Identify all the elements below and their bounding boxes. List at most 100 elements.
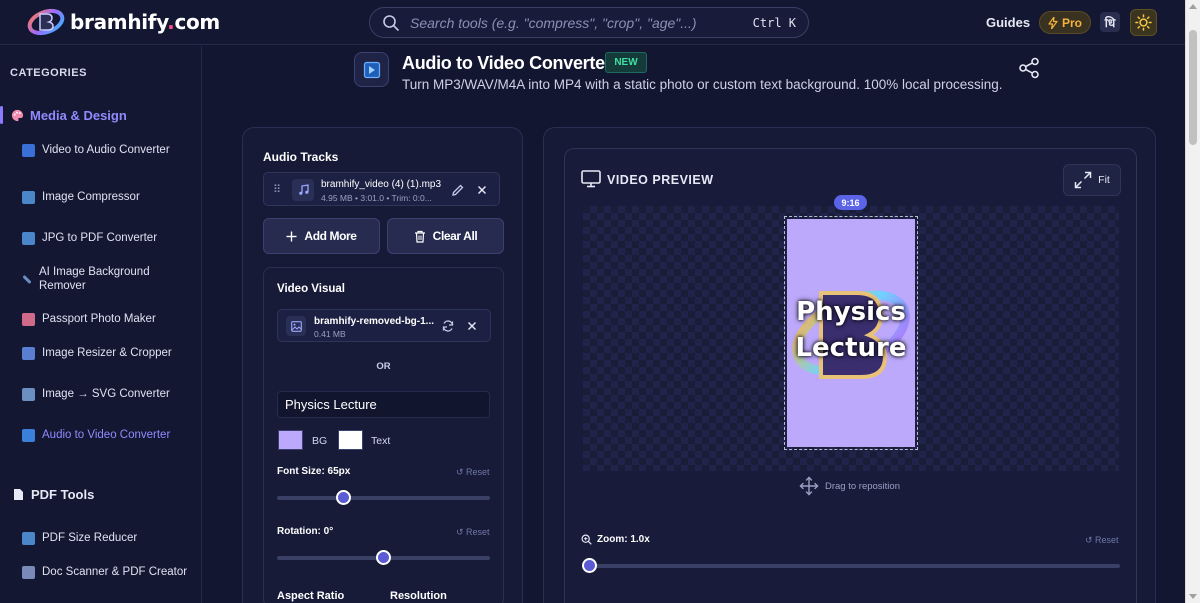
sidebar-item-label: AI Image Background Remover <box>39 266 150 292</box>
image-file-item[interactable]: bramhify-removed-bg-1... 0.41 MB <box>277 309 491 342</box>
or-divider: OR <box>376 361 391 372</box>
audio-track-item[interactable]: ⠿ bramhify_video (4) (1).mp3 4.95 MB • 3… <box>263 172 500 206</box>
active-section-indicator <box>0 106 3 124</box>
clear-all-label: Clear All <box>432 229 478 243</box>
clear-all-button[interactable]: Clear All <box>387 218 504 254</box>
image-icon <box>22 190 35 204</box>
sidebar-item-label: Video to Audio Converter <box>42 144 170 156</box>
zoom-label: Zoom: 1.0x <box>597 534 650 545</box>
sidebar-item-label: Image → SVG Converter <box>42 388 170 400</box>
bg-color-label: BG <box>312 435 328 447</box>
categories-heading: CATEGORIES <box>10 67 87 79</box>
top-bar: bramhify.com Ctrl K Guides Pro धि <box>0 0 1185 45</box>
music-note-icon <box>292 179 314 201</box>
sidebar-item-image-compressor[interactable]: Image Compressor <box>22 190 192 204</box>
new-badge: NEW <box>605 52 647 73</box>
sidebar-item-label: Passport Photo Maker <box>42 313 156 325</box>
text-color-label: Text <box>371 435 391 447</box>
brand-logo[interactable]: bramhify.com <box>26 7 220 37</box>
font-size-reset-button[interactable]: ↺ Reset <box>456 467 490 478</box>
page-scrollbar[interactable] <box>1185 0 1200 603</box>
text-color-picker[interactable] <box>338 430 363 450</box>
font-size-slider-thumb[interactable] <box>335 490 351 505</box>
zoom-reset-button[interactable]: ↺ Reset <box>1085 535 1119 546</box>
video-visual-section: Video Visual bramhify-removed-bg-1... 0.… <box>263 267 504 603</box>
plus-icon <box>286 231 297 241</box>
rotation-label: Rotation: 0° <box>277 526 334 537</box>
monitor-icon <box>581 170 601 188</box>
sun-icon <box>1135 14 1152 31</box>
move-icon <box>799 476 819 496</box>
bg-color-picker[interactable] <box>278 430 303 450</box>
scanner-icon <box>22 565 35 579</box>
sidebar-item-ai-bg-remover[interactable]: AI Image Background Remover <box>22 265 192 293</box>
sidebar-item-label: PDF Size Reducer <box>42 532 138 544</box>
aspect-ratio-badge: 9:16 <box>834 195 867 210</box>
fit-button[interactable]: Fit <box>1063 164 1121 196</box>
video-visual-heading: Video Visual <box>277 283 345 295</box>
sidebar-item-doc-scanner[interactable]: Doc Scanner & PDF Creator <box>22 565 192 579</box>
sidebar-item-jpg-to-pdf[interactable]: JPG to PDF Converter <box>22 231 192 245</box>
background-text-input[interactable] <box>277 391 490 418</box>
language-button[interactable]: धि <box>1100 12 1120 32</box>
replace-icon[interactable] <box>441 319 455 333</box>
audio-tracks-heading: Audio Tracks <box>263 150 339 164</box>
image-file-name: bramhify-removed-bg-1... <box>314 316 435 327</box>
audio-file-icon <box>22 143 35 157</box>
guides-link[interactable]: Guides <box>986 15 1030 30</box>
theme-toggle[interactable] <box>1130 9 1157 36</box>
search-shortcut: Ctrl K <box>752 15 796 30</box>
close-icon[interactable] <box>475 183 489 197</box>
scrollbar-thumb[interactable] <box>1189 30 1197 145</box>
rotation-slider[interactable] <box>277 550 490 565</box>
section-label: Media & Design <box>30 107 127 123</box>
fit-label: Fit <box>1098 174 1110 186</box>
sidebar-item-video-to-audio[interactable]: Video to Audio Converter <box>22 143 192 157</box>
sidebar-item-label: Audio to Video Converter <box>42 429 171 441</box>
scroll-up-arrow-icon[interactable] <box>1189 4 1197 9</box>
sidebar-item-label: Doc Scanner & PDF Creator <box>42 566 188 578</box>
page-title: Audio to Video Converter <box>402 53 612 73</box>
track-name: bramhify_video (4) (1).mp3 <box>321 179 442 190</box>
scroll-down-arrow-icon[interactable] <box>1189 594 1197 599</box>
section-media-design[interactable]: Media & Design <box>0 106 127 124</box>
track-meta: 4.95 MB • 3:01.0 • Trim: 0:0... <box>321 193 432 203</box>
video-frame[interactable]: Physics Lecture <box>784 216 918 450</box>
font-size-slider[interactable] <box>277 490 490 505</box>
video-icon <box>22 428 35 442</box>
search-input[interactable] <box>410 14 753 31</box>
zoom-slider-thumb[interactable] <box>581 558 597 573</box>
sidebar-item-label: Image Resizer & Cropper <box>42 347 172 359</box>
brand-name: bramhify <box>70 10 168 34</box>
share-icon[interactable] <box>1018 57 1040 79</box>
sidebar-item-pdf-size-reducer[interactable]: PDF Size Reducer <box>22 531 192 545</box>
video-file-icon <box>363 61 380 78</box>
resolution-label: Resolution <box>390 590 447 602</box>
expand-icon <box>1074 171 1092 189</box>
sidebar-item-audio-to-video[interactable]: Audio to Video Converter <box>22 428 192 442</box>
section-pdf-tools[interactable]: PDF Tools <box>13 487 94 502</box>
sidebar-item-passport-photo[interactable]: Passport Photo Maker <box>22 312 192 326</box>
portrait-icon <box>22 312 35 326</box>
pro-button[interactable]: Pro <box>1039 11 1091 34</box>
search-bar[interactable]: Ctrl K <box>369 7 809 38</box>
close-icon[interactable] <box>465 319 479 333</box>
preview-panel: VIDEO PREVIEW Fit 9:16 Physics Lecture D… <box>543 127 1156 603</box>
preview-text-line-2: Lecture <box>795 333 907 363</box>
drag-hint: Drag to reposition <box>799 476 900 496</box>
zoom-slider[interactable] <box>581 558 1120 573</box>
preview-text-line-1: Physics <box>796 297 906 327</box>
drag-handle-icon[interactable]: ⠿ <box>273 183 281 196</box>
resize-icon <box>22 346 35 360</box>
lightning-icon <box>1048 16 1058 29</box>
rotation-reset-button[interactable]: ↺ Reset <box>456 527 490 538</box>
rotation-slider-thumb[interactable] <box>376 550 391 565</box>
add-more-button[interactable]: Add More <box>263 218 380 254</box>
edit-icon[interactable] <box>451 183 465 197</box>
aspect-ratio-label: Aspect Ratio <box>277 590 345 602</box>
document-icon <box>22 531 35 545</box>
sidebar-item-image-to-svg[interactable]: Image → SVG Converter <box>22 387 192 401</box>
page-subtitle: Turn MP3/WAV/M4A into MP4 with a static … <box>402 77 1003 92</box>
sidebar-item-image-resizer[interactable]: Image Resizer & Cropper <box>22 346 192 360</box>
sidebar-item-label: Image Compressor <box>42 191 140 203</box>
